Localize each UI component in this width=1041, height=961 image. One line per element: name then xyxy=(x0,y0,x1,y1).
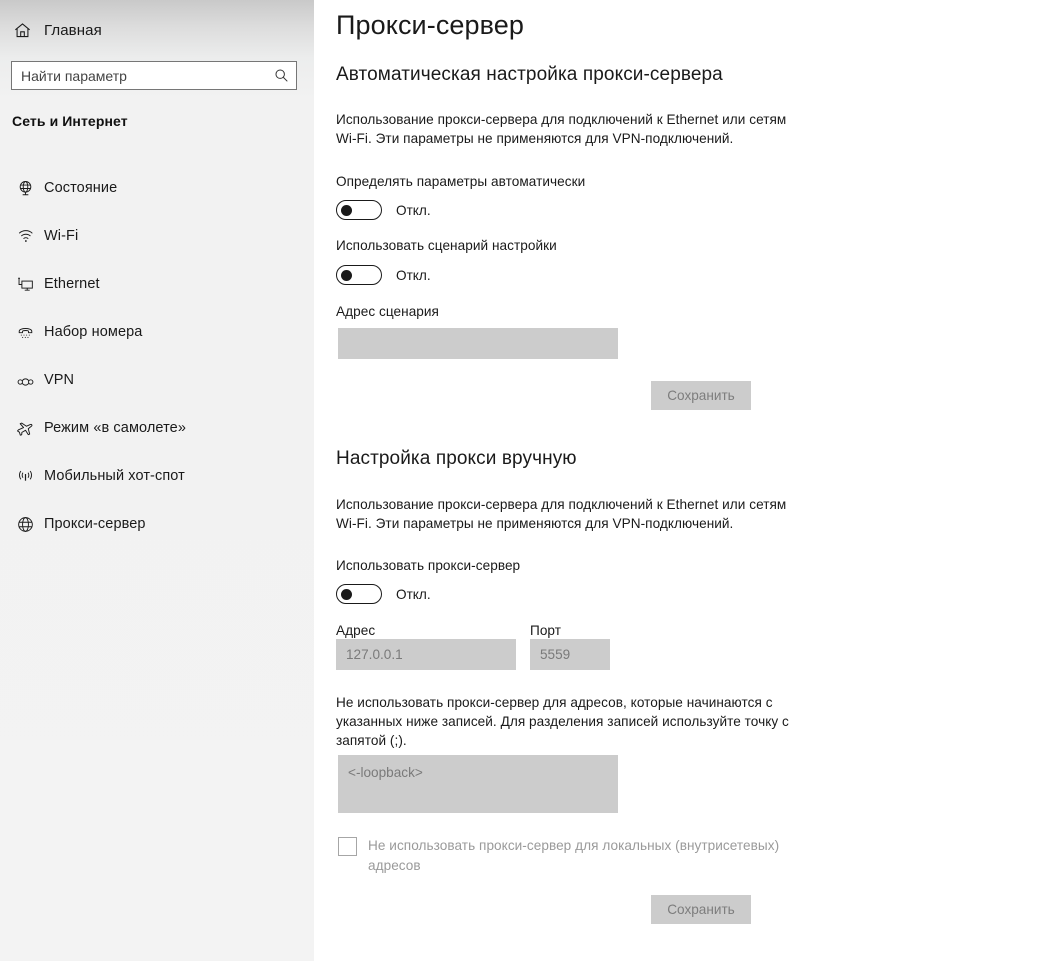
search-box[interactable] xyxy=(11,61,297,90)
script-address-input[interactable] xyxy=(338,328,618,359)
ethernet-icon xyxy=(6,275,44,294)
toggle-knob xyxy=(340,269,352,281)
proxy-address-input[interactable] xyxy=(336,639,516,670)
sidebar: Главная Сеть и Интернет xyxy=(0,0,314,961)
dialup-phone-icon xyxy=(6,323,44,342)
search-input[interactable] xyxy=(12,62,266,89)
sidebar-category-title: Сеть и Интернет xyxy=(12,113,128,129)
globe-stand-icon xyxy=(6,179,44,198)
toggle-knob xyxy=(340,204,352,216)
bypass-local-label: Не использовать прокси-сервер для локаль… xyxy=(368,838,780,873)
content-pane: Прокси-сервер Автоматическая настройка п… xyxy=(314,0,1041,961)
sidebar-item-label: Состояние xyxy=(44,180,118,196)
proxy-port-label: Порт xyxy=(530,623,562,638)
sidebar-item-vpn[interactable]: VPN xyxy=(0,356,314,404)
page-title: Прокси-сервер xyxy=(336,10,525,40)
home-icon xyxy=(0,21,44,40)
proxy-address-label: Адрес xyxy=(336,623,376,638)
sidebar-item-label: Режим «в самолете» xyxy=(44,420,187,436)
proxy-port-input[interactable] xyxy=(530,639,610,670)
save-script-button[interactable]: Сохранить xyxy=(651,381,751,410)
auto-detect-toggle[interactable] xyxy=(336,200,382,220)
use-proxy-state: Откл. xyxy=(396,586,431,602)
exceptions-textarea[interactable] xyxy=(338,755,618,813)
manual-proxy-heading: Настройка прокси вручную xyxy=(336,448,577,469)
use-proxy-toggle-row: Откл. xyxy=(336,584,431,604)
sidebar-item-dialup[interactable]: Набор номера xyxy=(0,308,314,356)
home-label: Главная xyxy=(44,21,102,39)
exceptions-description: Не использовать прокси-сервер для адресо… xyxy=(336,695,789,748)
wifi-icon xyxy=(6,227,44,246)
sidebar-item-label: Прокси-сервер xyxy=(44,516,146,532)
auto-proxy-description: Использование прокси-сервера для подключ… xyxy=(336,112,787,146)
search-icon[interactable] xyxy=(266,68,296,83)
use-proxy-label: Использовать прокси-сервер xyxy=(336,558,521,573)
sidebar-item-status[interactable]: Состояние xyxy=(0,164,314,212)
use-proxy-toggle[interactable] xyxy=(336,584,382,604)
globe-icon xyxy=(6,515,44,534)
bypass-local-checkbox[interactable] xyxy=(338,837,357,856)
auto-proxy-heading: Автоматическая настройка прокси-сервера xyxy=(336,64,723,85)
use-script-state: Откл. xyxy=(396,267,431,283)
home-nav-button[interactable]: Главная xyxy=(0,14,300,46)
auto-detect-label: Определять параметры автоматически xyxy=(336,174,586,189)
settings-window: Главная Сеть и Интернет xyxy=(0,0,1041,961)
manual-proxy-description: Использование прокси-сервера для подключ… xyxy=(336,497,787,531)
sidebar-item-wifi[interactable]: Wi-Fi xyxy=(0,212,314,260)
sidebar-item-mobile-hotspot[interactable]: Мобильный хот-спот xyxy=(0,452,314,500)
sidebar-nav: Состояние Wi-Fi Ethernet Набор номера VP… xyxy=(0,164,314,548)
bypass-local-row[interactable]: Не использовать прокси-сервер для локаль… xyxy=(338,836,808,876)
sidebar-item-label: Мобильный хот-спот xyxy=(44,468,185,484)
use-script-toggle[interactable] xyxy=(336,265,382,285)
hotspot-icon xyxy=(6,467,44,486)
sidebar-item-label: Набор номера xyxy=(44,324,143,340)
auto-detect-toggle-row: Откл. xyxy=(336,200,431,220)
toggle-knob xyxy=(340,588,352,600)
use-script-toggle-row: Откл. xyxy=(336,265,431,285)
auto-detect-state: Откл. xyxy=(396,202,431,218)
sidebar-item-ethernet[interactable]: Ethernet xyxy=(0,260,314,308)
vpn-icon xyxy=(6,371,44,390)
sidebar-item-label: Wi-Fi xyxy=(44,228,79,244)
sidebar-item-label: Ethernet xyxy=(44,276,100,292)
sidebar-item-label: VPN xyxy=(44,372,75,388)
airplane-icon xyxy=(6,419,44,438)
script-address-label: Адрес сценария xyxy=(336,304,439,319)
sidebar-item-airplane-mode[interactable]: Режим «в самолете» xyxy=(0,404,314,452)
sidebar-item-proxy[interactable]: Прокси-сервер xyxy=(0,500,314,548)
use-script-label: Использовать сценарий настройки xyxy=(336,238,557,253)
save-manual-button[interactable]: Сохранить xyxy=(651,895,751,924)
